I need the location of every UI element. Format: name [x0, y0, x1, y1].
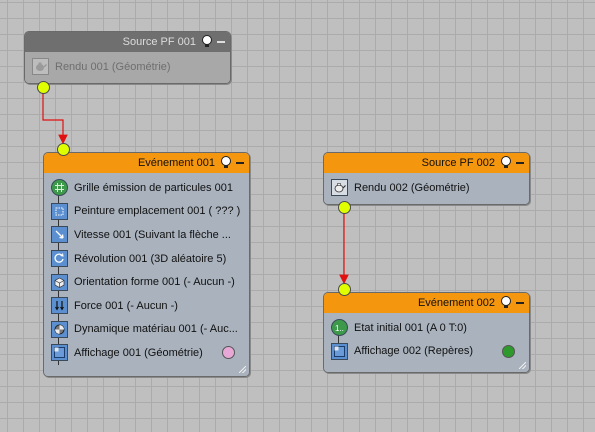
- wire-source1-event1[interactable]: [42, 93, 68, 145]
- wire-layer: [42, 93, 349, 285]
- input-socket[interactable]: [57, 143, 70, 156]
- output-socket[interactable]: [338, 201, 351, 214]
- output-socket[interactable]: [37, 81, 50, 94]
- input-socket[interactable]: [338, 283, 351, 296]
